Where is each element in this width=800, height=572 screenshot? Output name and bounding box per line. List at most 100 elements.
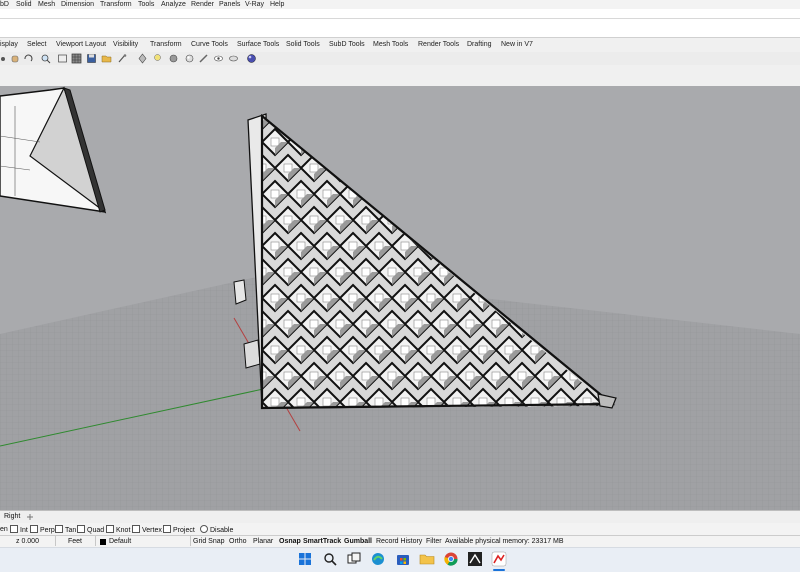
osnap-disable[interactable]: Disable [200, 525, 233, 534]
tab-surface-tools[interactable]: Surface Tools [237, 38, 279, 52]
osnap-cen[interactable]: en [0, 525, 8, 534]
lattice-cell [559, 116, 589, 131]
render-icon[interactable] [184, 53, 195, 64]
show-icon[interactable] [213, 53, 224, 64]
checkbox-icon[interactable] [132, 525, 140, 533]
osnap-tan[interactable]: Tan [55, 525, 76, 534]
rotate-view-icon[interactable] [23, 53, 34, 64]
rhino-sphere-icon[interactable] [246, 53, 257, 64]
lattice-cell [416, 179, 446, 209]
menu-dimension[interactable]: Dimension [61, 0, 94, 9]
edge-browser-icon[interactable] [370, 551, 386, 567]
tab-transform[interactable]: Transform [150, 38, 182, 52]
tab-solid-tools[interactable]: Solid Tools [286, 38, 320, 52]
hand-icon[interactable] [10, 53, 21, 64]
osnap-bar: en Int Perp Tan Quad Knot Vertex Project… [0, 523, 800, 535]
zoom-window-icon[interactable] [57, 53, 68, 64]
menu-transform[interactable]: Transform [100, 0, 132, 9]
tab-visibility[interactable]: Visibility [113, 38, 138, 52]
rhino-icon[interactable] [491, 551, 507, 567]
layer-color-swatch[interactable] [100, 539, 106, 545]
open-folder-icon[interactable] [101, 53, 112, 64]
viewport-right[interactable] [0, 86, 800, 510]
tab-mesh-tools[interactable]: Mesh Tools [373, 38, 408, 52]
radio-icon[interactable] [200, 525, 208, 533]
tab-viewport-layout[interactable]: Viewport Layout [56, 38, 106, 52]
pencil-icon[interactable] [198, 53, 209, 64]
lattice-cell-shade [470, 116, 483, 129]
lattice-cell-center [439, 215, 449, 225]
tab-subd-tools[interactable]: SubD Tools [329, 38, 365, 52]
menu-mesh[interactable]: Mesh [38, 0, 55, 9]
lattice-cell-shade [561, 246, 574, 259]
command-area[interactable] [0, 9, 800, 38]
lattice-cell-center [426, 293, 436, 303]
checkbox-icon[interactable] [30, 525, 38, 533]
lattice-cell [585, 153, 610, 183]
block-object[interactable] [0, 86, 107, 214]
checkbox-icon[interactable] [163, 525, 171, 533]
osnap-vertex[interactable]: Vertex [132, 525, 162, 534]
lattice-cell-center [335, 116, 345, 121]
tab-curve-tools[interactable]: Curve Tools [191, 38, 228, 52]
checkbox-icon[interactable] [55, 525, 63, 533]
lattice-cell-center [270, 189, 280, 199]
lattice-cell-shade [548, 116, 561, 129]
tab-select[interactable]: Select [27, 38, 46, 52]
menu-solid[interactable]: Solid [16, 0, 32, 9]
app-icon[interactable] [467, 551, 483, 567]
tab-render-tools[interactable]: Render Tools [418, 38, 459, 52]
menu-analyze[interactable]: Analyze [161, 0, 186, 9]
lattice-cell-center [296, 345, 306, 355]
viewport-tab-right[interactable]: Right [4, 511, 20, 523]
osnap-int[interactable]: Int [10, 525, 28, 534]
lattice-cell-center [348, 397, 358, 407]
osnap-knot[interactable]: Knot [106, 525, 130, 534]
properties-icon[interactable] [117, 53, 128, 64]
menu-panels[interactable]: Panels [219, 0, 240, 9]
search-icon[interactable] [322, 551, 338, 567]
lattice-cell [613, 155, 639, 181]
checkbox-icon[interactable] [10, 525, 18, 533]
tab-display[interactable]: isplay [0, 38, 18, 52]
light-icon[interactable] [152, 53, 163, 64]
checkbox-icon[interactable] [77, 525, 85, 533]
osnap-project[interactable]: Project [163, 525, 195, 534]
lattice-cell-shade [405, 142, 418, 155]
toolbar-tabs: isplay Select Viewport Layout Visibility… [0, 38, 800, 53]
lattice-cell [626, 285, 652, 311]
lattice-cell [468, 231, 498, 261]
checkbox-icon[interactable] [106, 525, 114, 533]
chrome-icon[interactable] [443, 551, 459, 567]
hide-icon[interactable] [228, 53, 239, 64]
menu-tools[interactable]: Tools [138, 0, 154, 9]
zoom-icon[interactable] [40, 53, 51, 64]
lattice-cell [533, 153, 563, 183]
viewport-canvas[interactable] [0, 86, 800, 510]
osnap-perp[interactable]: Perp [30, 525, 55, 534]
tab-new-in-v7[interactable]: New in V7 [501, 38, 533, 52]
menu-help[interactable]: Help [270, 0, 284, 9]
menu-subd[interactable]: bD [0, 0, 9, 9]
store-icon[interactable] [395, 551, 411, 567]
lattice-cell [546, 179, 576, 209]
menu-render[interactable]: Render [191, 0, 214, 9]
tab-drafting[interactable]: Drafting [467, 38, 492, 52]
shade-icon[interactable] [168, 53, 179, 64]
lattice-cell [598, 179, 610, 209]
osnap-quad[interactable]: Quad [77, 525, 104, 534]
lattice-cell-shade [574, 272, 587, 285]
save-icon[interactable] [86, 53, 97, 64]
layer-icon[interactable] [137, 53, 148, 64]
windows-start-icon[interactable] [297, 551, 313, 567]
lattice-cell-center [530, 189, 540, 199]
plus-icon[interactable] [26, 513, 34, 521]
lattice-cell-center [595, 116, 605, 121]
task-view-icon[interactable] [346, 551, 362, 567]
menu-vray[interactable]: V-Ray [245, 0, 264, 9]
file-explorer-icon[interactable] [419, 551, 435, 567]
grid-view-icon[interactable] [71, 53, 82, 64]
lattice-cell-center [374, 189, 384, 199]
lattice-cell-center [452, 293, 462, 303]
lattice-cell-center [582, 293, 592, 303]
